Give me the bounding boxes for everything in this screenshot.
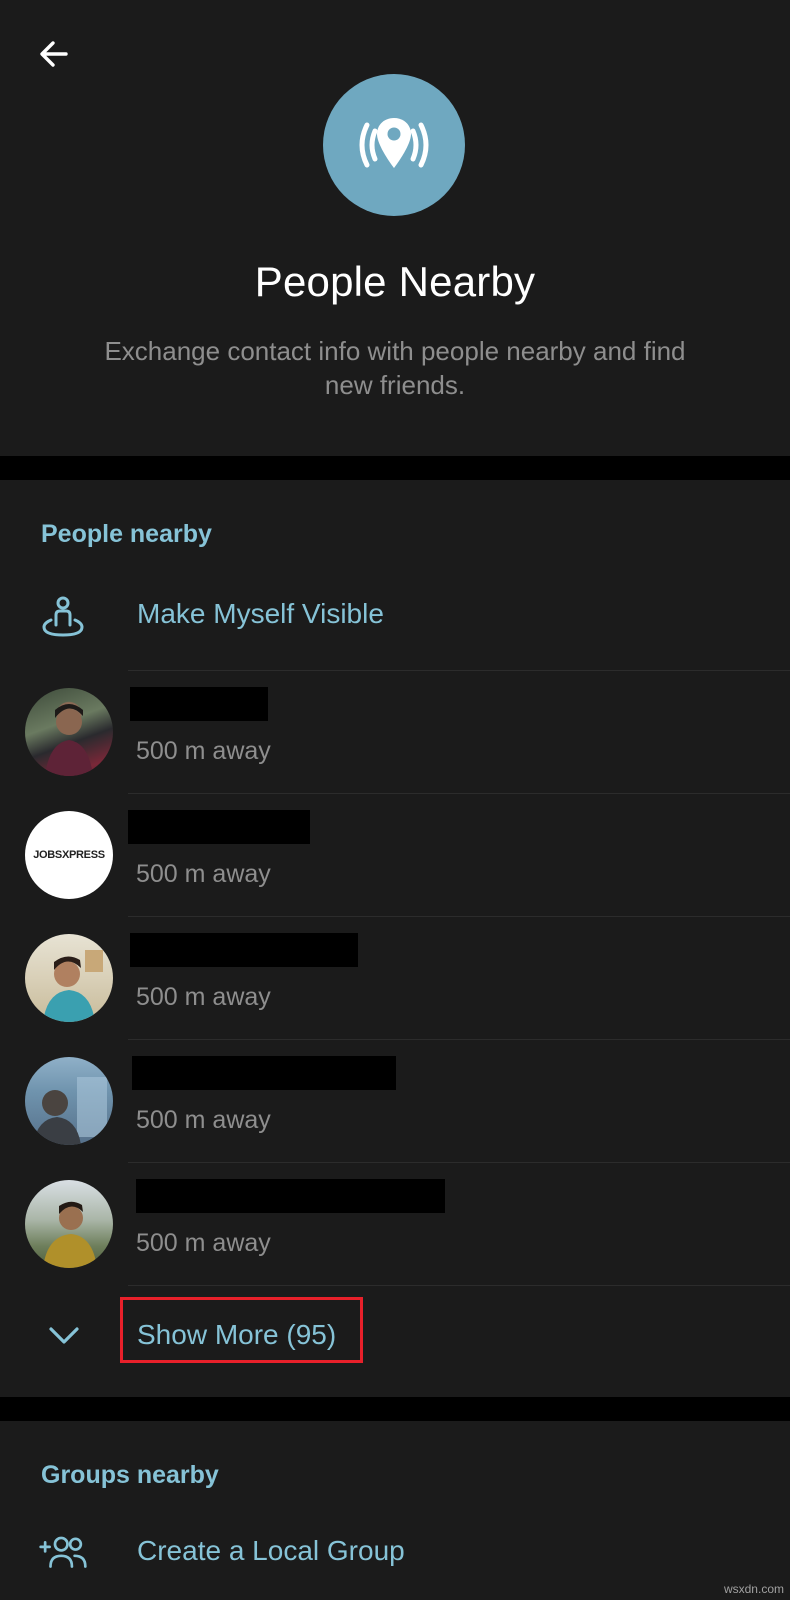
redacted-name xyxy=(130,933,358,967)
create-local-group-label: Create a Local Group xyxy=(137,1535,405,1566)
avatar xyxy=(25,1180,113,1268)
header: People Nearby Exchange contact info with… xyxy=(0,0,790,456)
person-distance: 500 m away xyxy=(136,737,271,765)
people-nearby-heading: People nearby xyxy=(41,520,212,548)
person-distance: 500 m away xyxy=(136,1229,271,1257)
back-button[interactable] xyxy=(30,30,78,78)
avatar-logo-text: JOBSXPRESS xyxy=(33,849,105,861)
avatar: JOBSXPRESS xyxy=(25,811,113,899)
person-location-icon xyxy=(38,592,88,642)
redacted-name xyxy=(130,687,268,721)
chevron-down-icon xyxy=(44,1316,84,1356)
page-title: People Nearby xyxy=(254,258,536,305)
person-distance: 500 m away xyxy=(136,1106,271,1134)
page-description: Exchange contact info with people nearby… xyxy=(104,336,686,400)
show-more-label: Show More (95) xyxy=(137,1319,337,1350)
person-row[interactable]: 500 m away xyxy=(0,917,790,1039)
redacted-name xyxy=(128,810,310,844)
avatar xyxy=(25,934,113,1022)
redacted-name xyxy=(136,1179,445,1213)
person-row[interactable]: 500 m away xyxy=(0,671,790,793)
make-myself-visible-button[interactable]: Make Myself Visible xyxy=(0,572,790,662)
avatar xyxy=(25,1057,113,1145)
groups-nearby-heading: Groups nearby xyxy=(41,1461,219,1489)
location-broadcast-icon xyxy=(323,74,465,216)
redacted-name xyxy=(132,1056,396,1090)
people-nearby-section: People nearby Make Myself Visible 500 m … xyxy=(0,480,790,1397)
groups-nearby-section: Groups nearby Create a Local Group wsxdn… xyxy=(0,1421,790,1600)
person-row[interactable]: JOBSXPRESS 500 m away xyxy=(0,794,790,916)
avatar xyxy=(25,688,113,776)
show-more-button[interactable]: Show More (95) xyxy=(0,1286,790,1386)
person-row[interactable]: 500 m away xyxy=(0,1163,790,1285)
screen: People Nearby Exchange contact info with… xyxy=(0,0,790,1600)
add-group-icon xyxy=(38,1529,88,1579)
person-distance: 500 m away xyxy=(136,983,271,1011)
watermark: wsxdn.com xyxy=(723,1582,784,1596)
person-distance: 500 m away xyxy=(136,860,271,888)
arrow-left-icon xyxy=(40,41,68,67)
create-local-group-button[interactable]: Create a Local Group xyxy=(0,1509,790,1599)
make-myself-visible-label: Make Myself Visible xyxy=(137,598,384,629)
person-row[interactable]: 500 m away xyxy=(0,1040,790,1162)
